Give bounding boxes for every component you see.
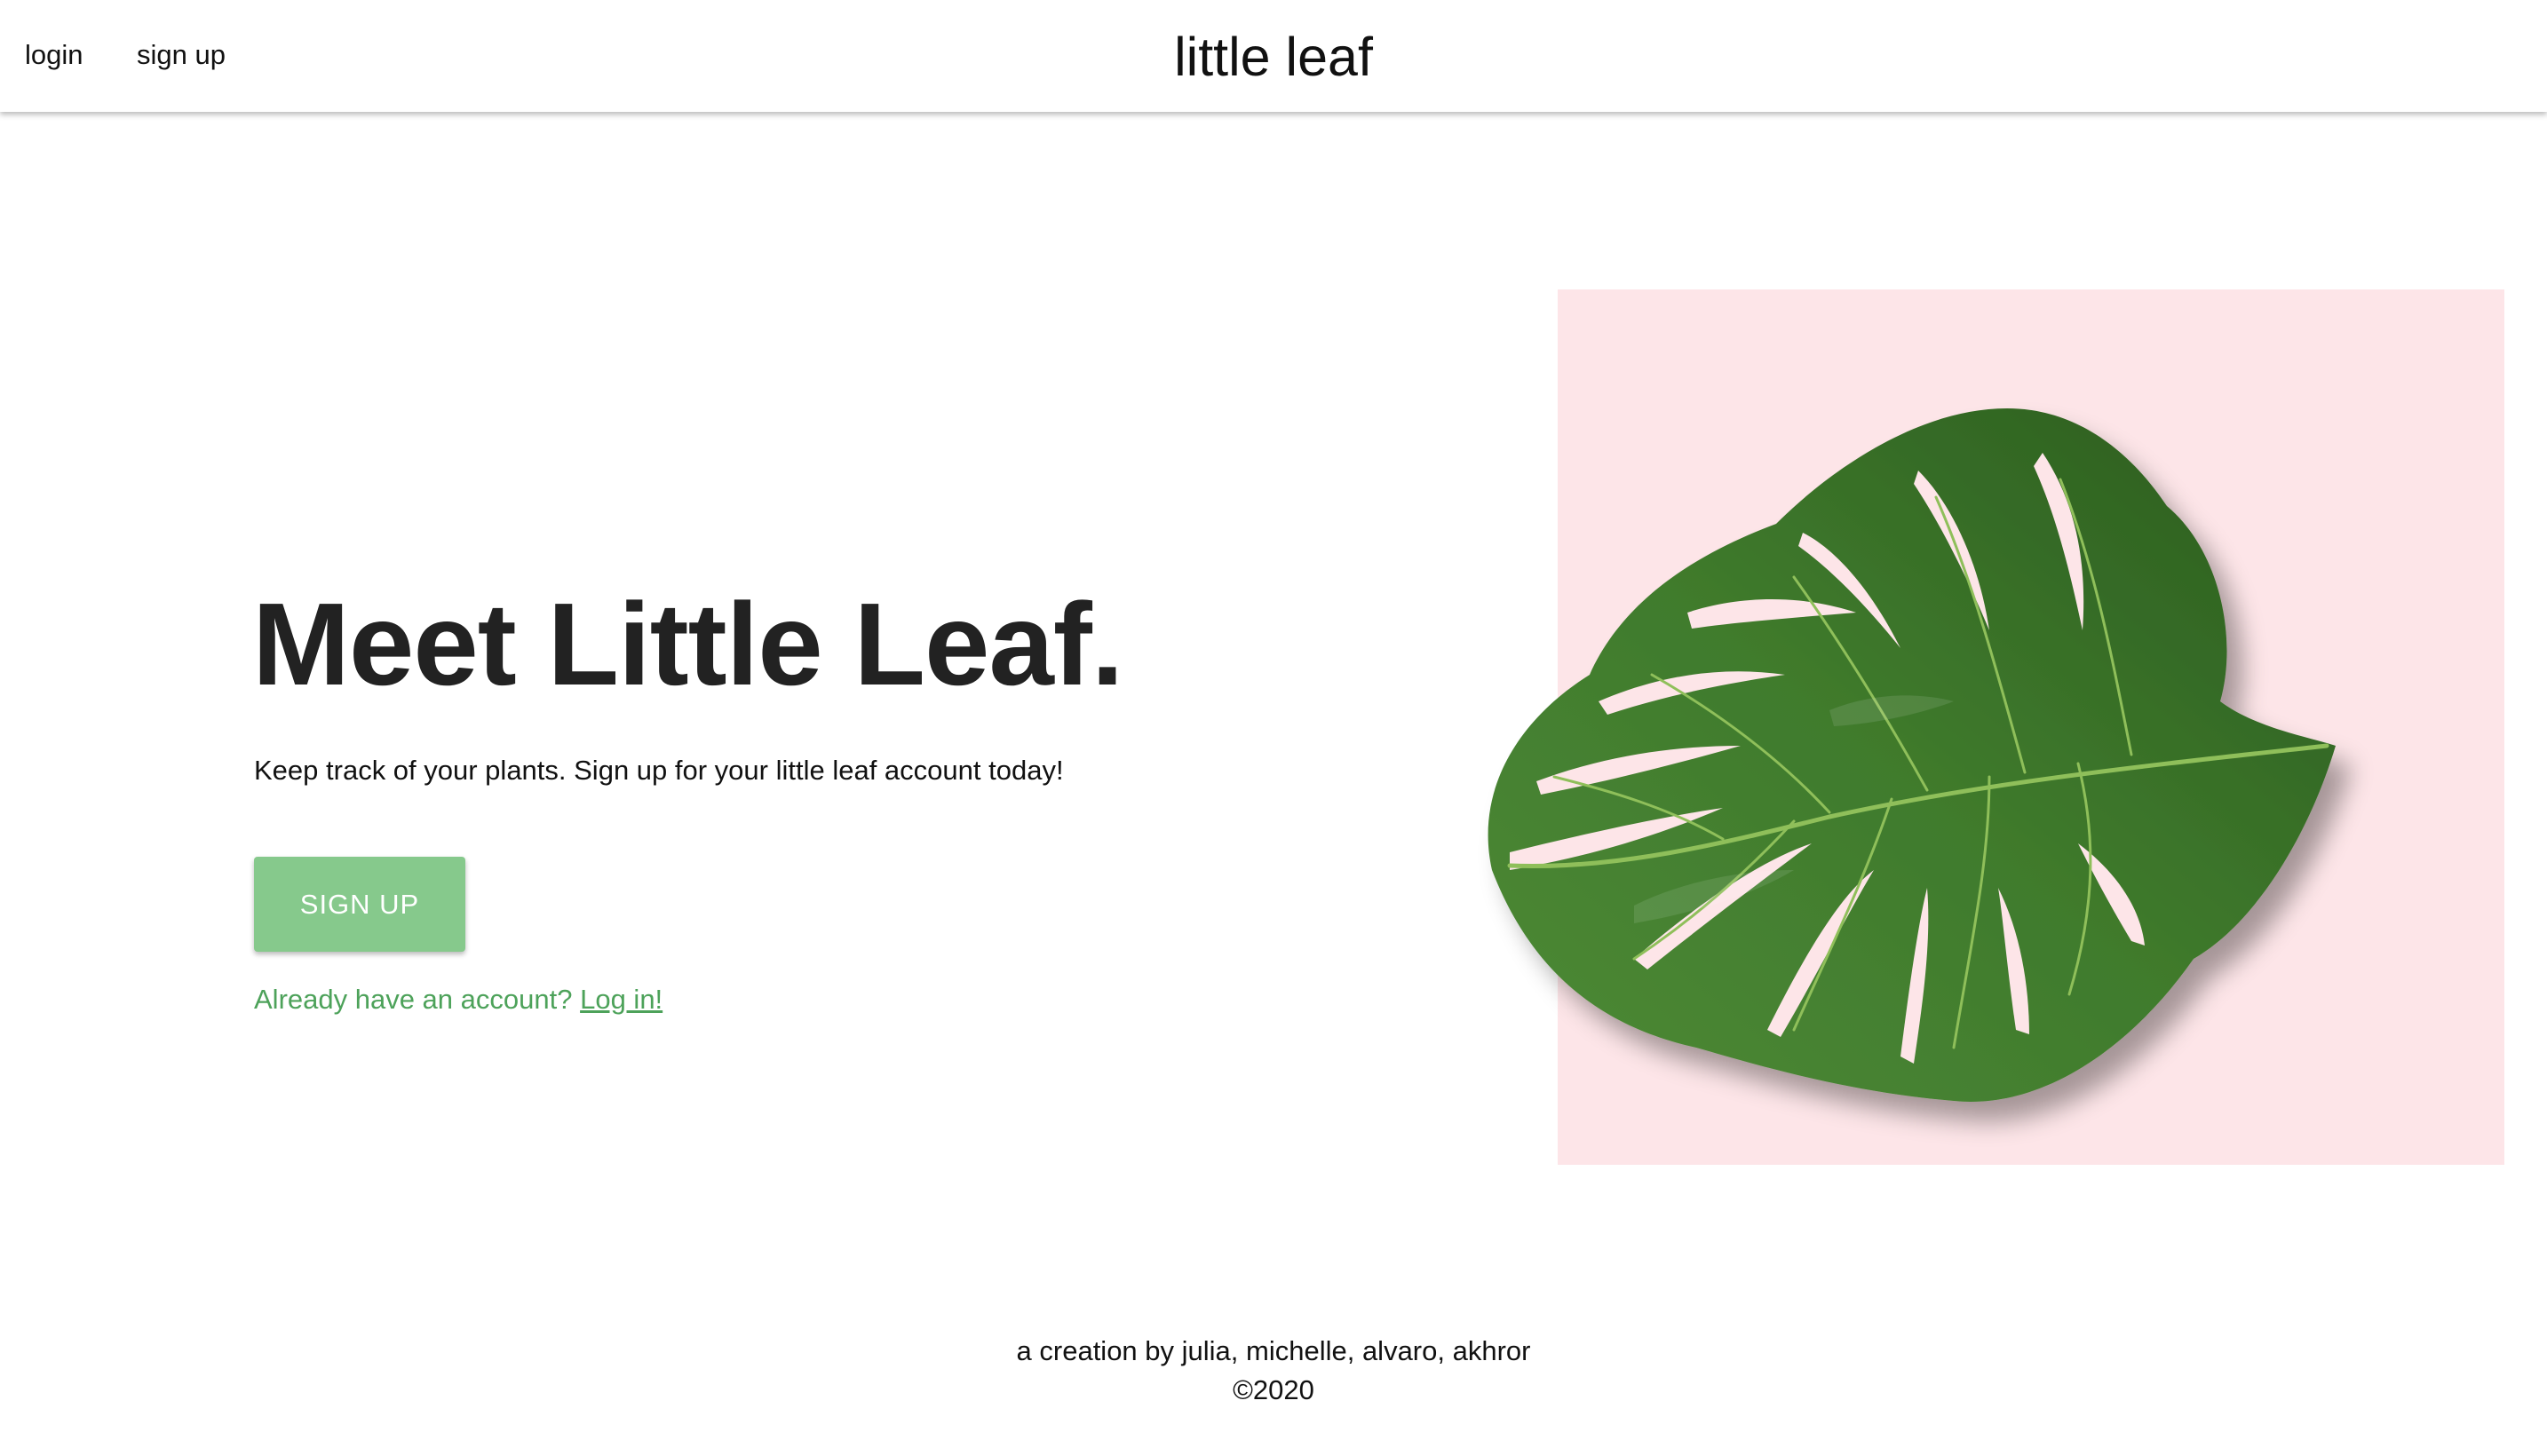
leaf-shape xyxy=(1488,408,2336,1102)
hero-subtitle: Keep track of your plants. Sign up for y… xyxy=(254,755,1064,786)
top-navbar: login sign up little leaf xyxy=(0,0,2547,112)
login-prompt: Already have an account? Log in! xyxy=(254,980,663,1019)
page-footer: a creation by julia, michelle, alvaro, a… xyxy=(0,1332,2547,1410)
signup-button[interactable]: SIGN UP xyxy=(254,857,465,952)
login-prompt-text: Already have an account? xyxy=(254,984,573,1015)
footer-credits: a creation by julia, michelle, alvaro, a… xyxy=(1016,1335,1531,1366)
footer-copyright: ©2020 xyxy=(1233,1374,1314,1405)
hero-title: Meet Little Leaf. xyxy=(252,579,1123,709)
monstera-leaf-image xyxy=(1488,408,2336,1102)
site-brand: little leaf xyxy=(1174,27,1373,87)
login-link[interactable]: Log in! xyxy=(580,984,663,1015)
